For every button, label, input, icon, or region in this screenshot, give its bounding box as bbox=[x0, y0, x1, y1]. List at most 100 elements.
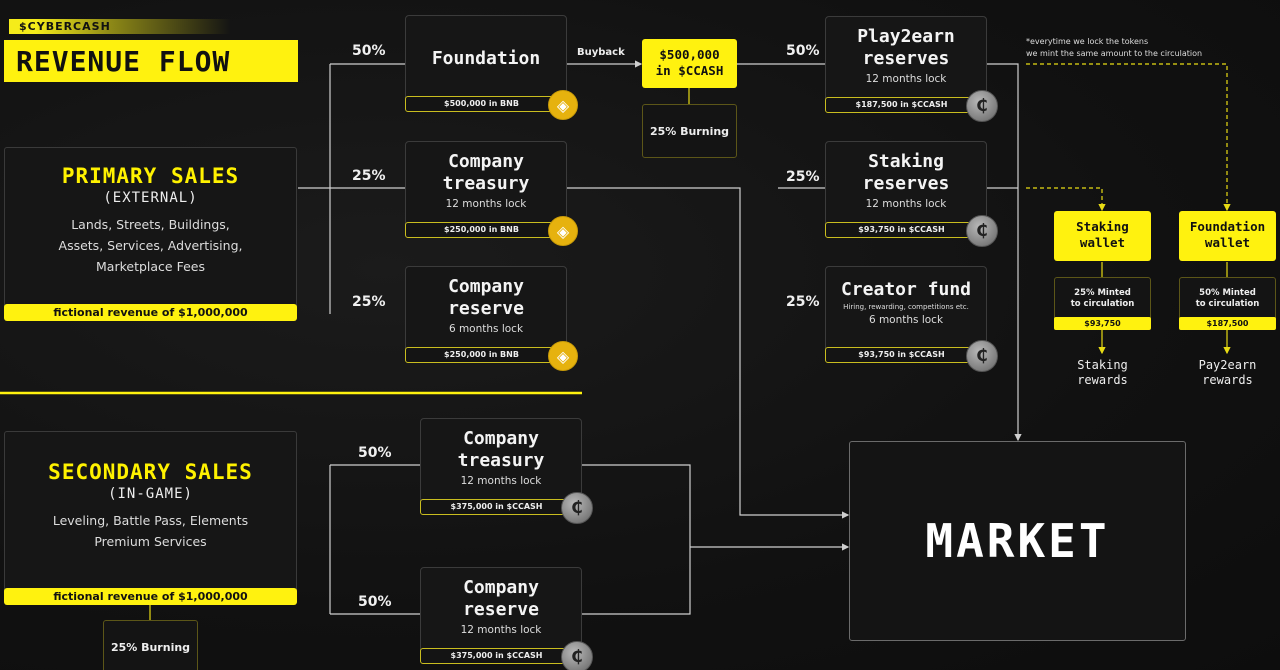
bnb-icon: ◈ bbox=[548, 341, 578, 371]
primary-revenue-bar: fictional revenue of $1,000,000 bbox=[4, 304, 297, 321]
desc-line: Leveling, Battle Pass, Elements bbox=[52, 513, 249, 528]
mint-line: to circulation bbox=[1195, 299, 1260, 309]
title-line: wallet bbox=[1204, 235, 1251, 250]
title-line: wallet bbox=[1079, 235, 1126, 250]
buyback-ccash-box: $500,000 in $CCASH bbox=[642, 39, 737, 88]
reward-line: Pay2earn bbox=[1198, 358, 1257, 372]
ccash-icon: ₵ bbox=[966, 90, 998, 122]
primary-sales-box: PRIMARY SALES (EXTERNAL) Lands, Streets,… bbox=[4, 147, 297, 321]
mint-footnote: *everytime we lock the tokens we mint th… bbox=[1026, 36, 1202, 60]
page-title: REVENUE FLOW bbox=[16, 44, 231, 78]
lock-period: 6 months lock bbox=[448, 323, 524, 335]
ccash-icon: ₵ bbox=[561, 492, 593, 524]
market-box: MARKET bbox=[849, 441, 1186, 641]
buyback-burning-box: 25% Burning bbox=[642, 104, 737, 158]
desc-line: Assets, Services, Advertising, bbox=[58, 238, 243, 253]
node-secondary-company-reserve: Company reserve 12 months lock $375,000 … bbox=[420, 567, 593, 670]
pct-secondary-treasury: 50% bbox=[358, 445, 392, 461]
staking-mint-amount: $93,750 bbox=[1054, 317, 1151, 330]
ccash-icon: ₵ bbox=[966, 340, 998, 372]
ccash-icon: ₵ bbox=[561, 641, 593, 670]
secondary-sales-box: SECONDARY SALES (IN-GAME) Leveling, Batt… bbox=[4, 431, 297, 605]
lock-period: 12 months lock bbox=[445, 198, 527, 210]
connector-reserves-to-market bbox=[987, 63, 1018, 440]
title-line: Company bbox=[448, 276, 524, 297]
buyback-currency: in $CCASH bbox=[655, 63, 724, 78]
title-line: Staking bbox=[868, 151, 944, 172]
node-creator-fund: Creator fund Hiring, rewarding, competit… bbox=[825, 266, 998, 372]
node-title: Company treasury bbox=[421, 428, 581, 472]
amount-bar: $375,000 in $CCASH bbox=[420, 499, 573, 515]
secondary-sales-subtitle: (IN-GAME) bbox=[108, 486, 193, 502]
amount-bar: $93,750 in $CCASH bbox=[825, 347, 978, 363]
title-line: treasury bbox=[457, 450, 545, 471]
staking-mint-box: 25% Minted to circulation $93,750 bbox=[1054, 277, 1151, 330]
play2earn-rewards-label: Pay2earn rewards bbox=[1179, 358, 1276, 388]
title-line: reserve bbox=[448, 298, 524, 319]
staking-wallet-box: Staking wallet bbox=[1054, 211, 1151, 261]
footnote-line: we mint the same amount to the circulati… bbox=[1026, 49, 1203, 58]
title-line: treasury bbox=[442, 173, 530, 194]
lock-period: 12 months lock bbox=[460, 624, 542, 636]
mint-line: to circulation bbox=[1070, 299, 1135, 309]
lock-period: 12 months lock bbox=[460, 475, 542, 487]
node-play2earn-reserves: Play2earn reserves 12 months lock $187,5… bbox=[825, 16, 998, 122]
title-line: reserves bbox=[862, 48, 950, 69]
amount-bar: $187,500 in $CCASH bbox=[825, 97, 978, 113]
foundation-mint-amount: $187,500 bbox=[1179, 317, 1276, 330]
node-foundation: Foundation $500,000 in BNB ◈ bbox=[405, 15, 578, 120]
node-staking-reserves: Staking reserves 12 months lock $93,750 … bbox=[825, 141, 998, 247]
pct-foundation: 50% bbox=[352, 43, 386, 59]
title-line: reserves bbox=[862, 173, 950, 194]
mint-line: 50% Minted bbox=[1199, 288, 1256, 298]
primary-sales-subtitle: (EXTERNAL) bbox=[103, 190, 198, 206]
node-title: Staking reserves bbox=[826, 151, 986, 195]
node-title: Foundation bbox=[431, 48, 541, 69]
buyback-label: Buyback bbox=[577, 47, 625, 58]
brand-name: $CYBERCASH bbox=[19, 20, 111, 33]
market-label: MARKET bbox=[925, 514, 1110, 568]
node-secondary-company-treasury: Company treasury 12 months lock $375,000… bbox=[420, 418, 593, 524]
reward-line: rewards bbox=[1202, 373, 1253, 387]
title-line: Company bbox=[448, 151, 524, 172]
amount-bar: $250,000 in BNB bbox=[405, 347, 558, 363]
reward-line: rewards bbox=[1077, 373, 1128, 387]
connector-dashed-to-staking-wallet bbox=[1026, 187, 1106, 212]
pct-primary-treasury: 25% bbox=[352, 168, 386, 184]
node-title: Company treasury bbox=[406, 151, 566, 195]
pct-creator-fund: 25% bbox=[786, 294, 820, 310]
amount-bar: $375,000 in $CCASH bbox=[420, 648, 573, 664]
pct-play2earn: 50% bbox=[786, 43, 820, 59]
staking-rewards-label: Staking rewards bbox=[1054, 358, 1151, 388]
node-title: Creator fund bbox=[840, 279, 972, 300]
lock-period: 6 months lock bbox=[868, 314, 944, 326]
connector-dashed-to-foundation-wallet bbox=[1026, 63, 1231, 212]
node-title: Company reserve bbox=[406, 276, 566, 320]
connector-secondary-to-market bbox=[582, 464, 848, 615]
node-primary-company-treasury: Company treasury 12 months lock $250,000… bbox=[405, 141, 578, 246]
foundation-mint-box: 50% Minted to circulation $187,500 bbox=[1179, 277, 1276, 330]
secondary-sales-title: SECONDARY SALES bbox=[48, 460, 253, 484]
secondary-burning-box: 25% Burning bbox=[103, 620, 198, 670]
pct-staking: 25% bbox=[786, 169, 820, 185]
node-title: Company reserve bbox=[421, 577, 581, 621]
primary-sales-description: Lands, Streets, Buildings, Assets, Servi… bbox=[5, 214, 296, 277]
secondary-sales-description: Leveling, Battle Pass, Elements Premium … bbox=[5, 510, 296, 552]
node-primary-company-reserve: Company reserve 6 months lock $250,000 i… bbox=[405, 266, 578, 371]
connector-treasury-to-market bbox=[567, 187, 850, 519]
secondary-revenue-bar: fictional revenue of $1,000,000 bbox=[4, 588, 297, 605]
primary-sales-title: PRIMARY SALES bbox=[61, 164, 240, 188]
title-line: Company bbox=[463, 428, 539, 449]
lock-period: 12 months lock bbox=[865, 198, 947, 210]
amount-bar: $93,750 in $CCASH bbox=[825, 222, 978, 238]
creator-fund-note: Hiring, rewarding, competitions etc. bbox=[843, 303, 969, 311]
title-line: Foundation bbox=[1189, 219, 1266, 234]
lock-period: 12 months lock bbox=[865, 73, 947, 85]
bnb-icon: ◈ bbox=[548, 216, 578, 246]
pct-primary-reserve: 25% bbox=[352, 294, 386, 310]
amount-bar: $250,000 in BNB bbox=[405, 222, 558, 238]
buyback-amount: $500,000 bbox=[659, 47, 720, 62]
title-line: Company bbox=[463, 577, 539, 598]
title-bar: REVENUE FLOW bbox=[4, 40, 298, 82]
ccash-icon: ₵ bbox=[966, 215, 998, 247]
